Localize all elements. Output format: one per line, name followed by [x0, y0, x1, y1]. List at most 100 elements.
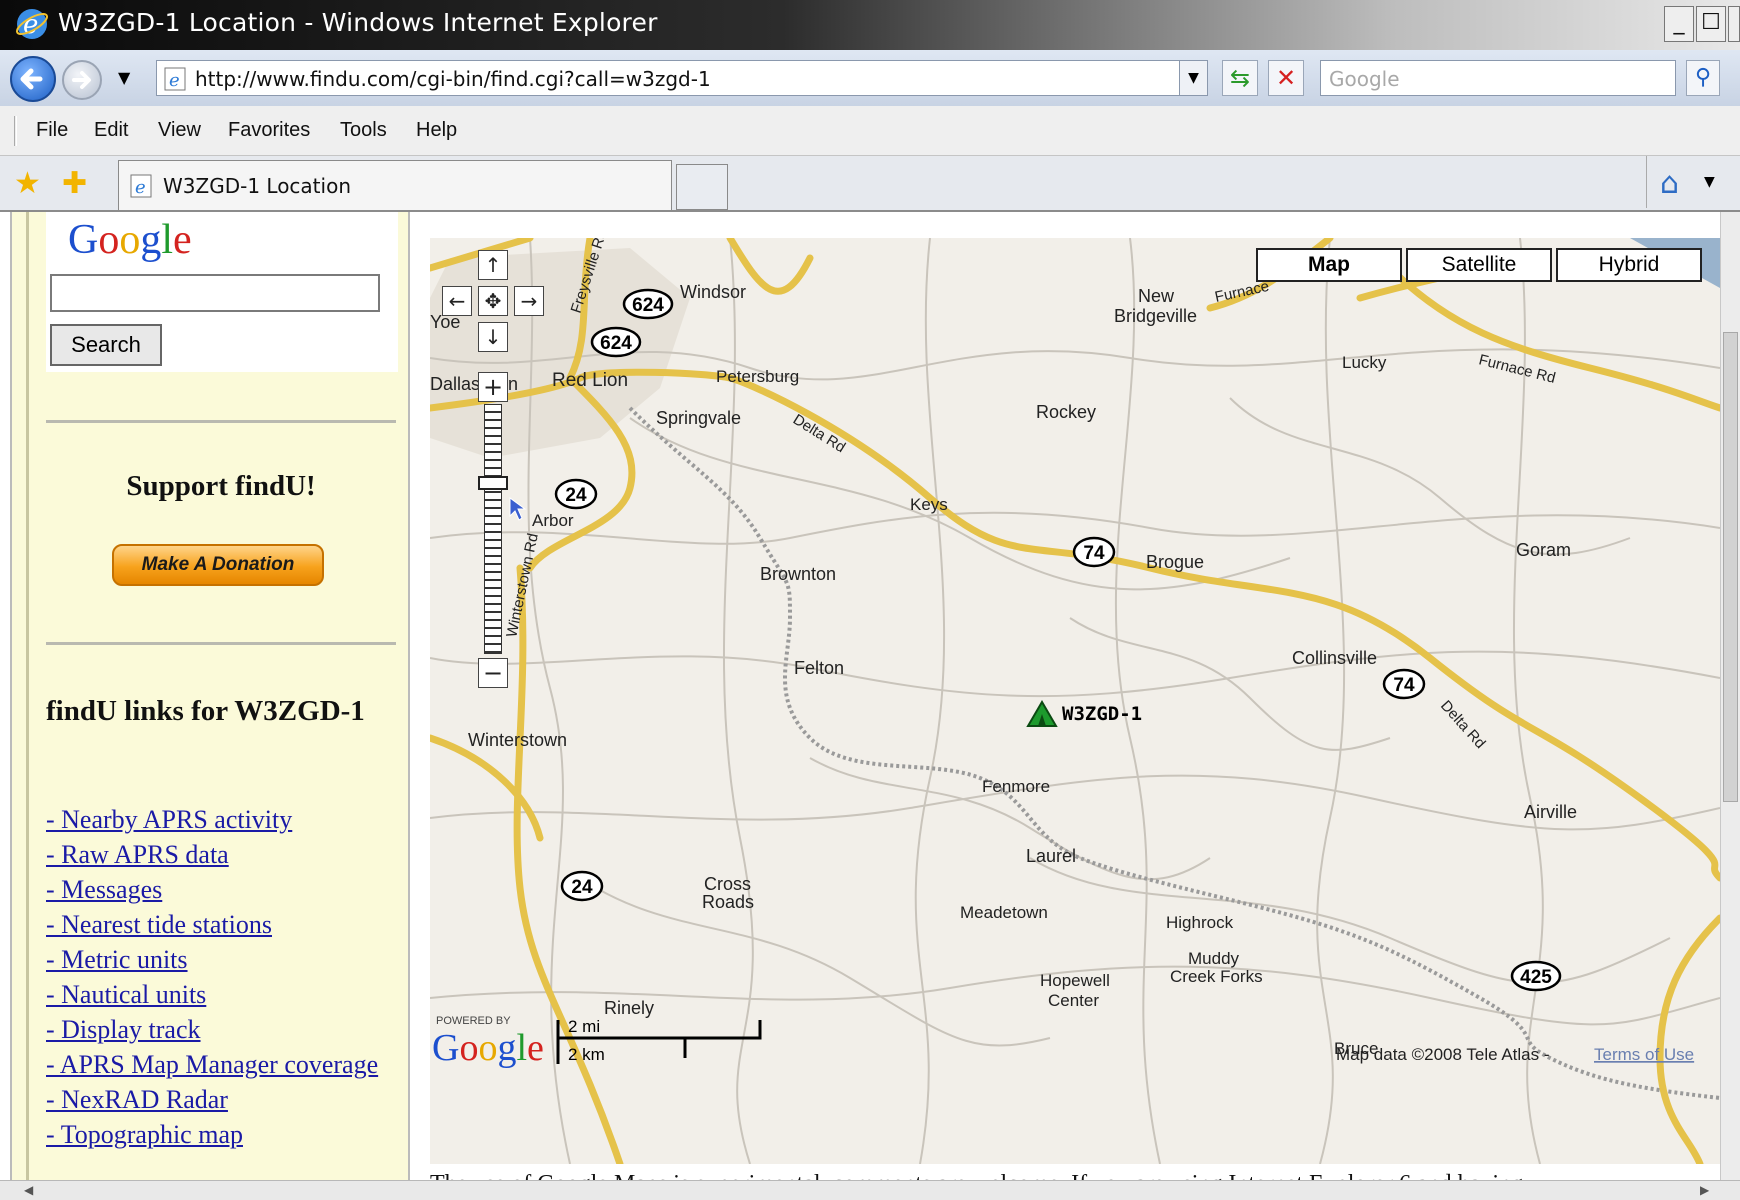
terms-link: Terms of Use — [1594, 1045, 1694, 1064]
google-map-logo: Google — [432, 1027, 544, 1069]
new-tab-button[interactable] — [676, 164, 728, 210]
vertical-scroll-thumb[interactable] — [1723, 332, 1738, 802]
place-label: Center — [1048, 991, 1099, 1010]
google-search-panel: Google Search — [46, 212, 398, 372]
place-label: Muddy — [1188, 949, 1240, 968]
place-label: Winterstown — [468, 730, 567, 750]
home-icon[interactable]: ⌂ — [1660, 166, 1679, 201]
zoom-out-button[interactable]: − — [478, 658, 508, 688]
place-label: Hopewell — [1040, 971, 1110, 990]
menu-help[interactable]: Help — [416, 119, 457, 142]
place-label: Highrock — [1166, 913, 1234, 932]
menu-bar: File Edit View Favorites Tools Help — [0, 106, 1740, 156]
place-label: Springvale — [656, 408, 741, 428]
link-messages[interactable]: - Messages — [46, 872, 406, 907]
place-label: Rinely — [604, 998, 654, 1018]
menu-tools[interactable]: Tools — [340, 119, 387, 142]
place-label: Felton — [794, 658, 844, 678]
tab-page-icon: e — [130, 174, 152, 198]
google-search-button[interactable]: Search — [50, 324, 162, 366]
findu-sidebar: Google Search Support findU! Make A Dona… — [10, 212, 410, 1180]
support-heading: Support findU! — [126, 470, 316, 502]
links-heading: findU links for W3ZGD-1 — [46, 695, 365, 727]
map-type-satellite-button[interactable]: Satellite — [1406, 248, 1552, 282]
station-label: W3ZGD-1 — [1062, 703, 1142, 725]
svg-text:Google: Google — [432, 1027, 544, 1069]
scroll-left-icon[interactable]: ◀ — [24, 1183, 33, 1197]
history-dropdown-icon[interactable]: ▼ — [118, 68, 130, 87]
place-label: Fenmore — [982, 777, 1050, 796]
horizontal-scrollbar[interactable]: ◀ ▶ — [0, 1180, 1740, 1200]
map-type-hybrid-button[interactable]: Hybrid — [1556, 248, 1702, 282]
tab-bar: ★ ✚ e W3ZGD-1 Location ⌂ ▼ — [0, 156, 1740, 212]
home-dropdown-icon[interactable]: ▼ — [1704, 174, 1715, 190]
favorites-star-icon[interactable]: ★ — [14, 166, 41, 201]
pan-up-button[interactable]: ↑ — [478, 250, 508, 280]
pan-center-button[interactable]: ✥ — [478, 286, 508, 316]
title-bar: e W3ZGD-1 Location - Windows Internet Ex… — [0, 0, 1740, 50]
vertical-scrollbar[interactable] — [1720, 212, 1740, 1180]
tab-current[interactable]: e W3ZGD-1 Location — [118, 160, 672, 210]
maximize-button[interactable]: ☐ — [1696, 6, 1726, 42]
map-canvas[interactable]: 624 624 24 74 74 24 425 Windsor New Brid… — [430, 238, 1720, 1164]
link-metric-units[interactable]: - Metric units — [46, 942, 406, 977]
divider — [46, 642, 396, 645]
forward-arrow-icon — [72, 71, 91, 89]
scale-miles: 2 mi — [568, 1017, 600, 1036]
address-toolbar: ▼ e http://www.findu.com/cgi-bin/find.cg… — [0, 50, 1740, 106]
refresh-button[interactable]: ⇆ — [1222, 60, 1258, 96]
menu-favorites[interactable]: Favorites — [228, 119, 310, 142]
url-dropdown-icon[interactable]: ▼ — [1179, 61, 1207, 95]
google-map[interactable]: 624 624 24 74 74 24 425 Windsor New Brid… — [430, 238, 1720, 1164]
menu-view[interactable]: View — [158, 119, 201, 142]
place-label: Creek Forks — [1170, 967, 1263, 986]
pan-down-button[interactable]: ↓ — [478, 322, 508, 352]
search-box[interactable]: Google — [1320, 60, 1676, 96]
back-button[interactable] — [10, 56, 56, 102]
page-icon: e — [164, 67, 186, 91]
divider — [46, 420, 396, 423]
menu-file[interactable]: File — [36, 119, 68, 142]
svg-text:e: e — [169, 70, 180, 91]
link-tide-stations[interactable]: - Nearest tide stations — [46, 907, 406, 942]
place-label: Goram — [1516, 540, 1571, 560]
link-raw-aprs[interactable]: - Raw APRS data — [46, 837, 406, 872]
stop-icon: ✕ — [1275, 64, 1297, 92]
google-search-input[interactable] — [50, 274, 380, 312]
place-label: Brownton — [760, 564, 836, 584]
ie-logo-icon: e — [15, 9, 49, 40]
station-marker[interactable]: W3ZGD-1 — [1026, 700, 1142, 727]
link-map-manager[interactable]: - APRS Map Manager coverage — [46, 1047, 406, 1082]
link-display-track[interactable]: - Display track — [46, 1012, 406, 1047]
link-nautical-units[interactable]: - Nautical units — [46, 977, 406, 1012]
stop-button[interactable]: ✕ — [1268, 60, 1304, 96]
place-label: Lucky — [1342, 353, 1387, 372]
place-label: Windsor — [680, 282, 746, 302]
svg-text:e: e — [135, 177, 146, 198]
forward-button[interactable] — [62, 60, 102, 100]
zoom-in-button[interactable]: + — [478, 372, 508, 402]
refresh-icon: ⇆ — [1229, 64, 1251, 92]
zoom-slider-handle[interactable] — [478, 476, 508, 490]
map-type-map-button[interactable]: Map — [1256, 248, 1402, 282]
link-nexrad[interactable]: - NexRAD Radar — [46, 1082, 406, 1117]
pan-left-button[interactable]: ← — [442, 286, 472, 316]
pan-right-button[interactable]: → — [514, 286, 544, 316]
map-attribution: Map data ©2008 Tele Atlas - — [1336, 1045, 1550, 1064]
scroll-right-icon[interactable]: ▶ — [1700, 1183, 1709, 1197]
svg-text:74: 74 — [1083, 543, 1105, 564]
tab-label: W3ZGD-1 Location — [163, 174, 351, 198]
menu-edit[interactable]: Edit — [94, 119, 128, 142]
zoom-slider[interactable] — [484, 404, 502, 654]
google-logo: Google — [68, 217, 192, 263]
link-nearby-aprs[interactable]: - Nearby APRS activity — [46, 802, 406, 837]
address-field[interactable]: e http://www.findu.com/cgi-bin/find.cgi?… — [156, 60, 1208, 96]
url-text[interactable]: http://www.findu.com/cgi-bin/find.cgi?ca… — [195, 67, 711, 91]
search-go-button[interactable]: ⚲ — [1686, 60, 1720, 96]
donate-button[interactable]: Make A Donation — [112, 544, 324, 586]
minimize-button[interactable]: _ — [1664, 6, 1694, 42]
place-label: Brogue — [1146, 552, 1204, 572]
close-window-button[interactable] — [1728, 6, 1740, 42]
add-favorite-icon[interactable]: ✚ — [62, 166, 87, 201]
link-topographic[interactable]: - Topographic map — [46, 1117, 406, 1152]
